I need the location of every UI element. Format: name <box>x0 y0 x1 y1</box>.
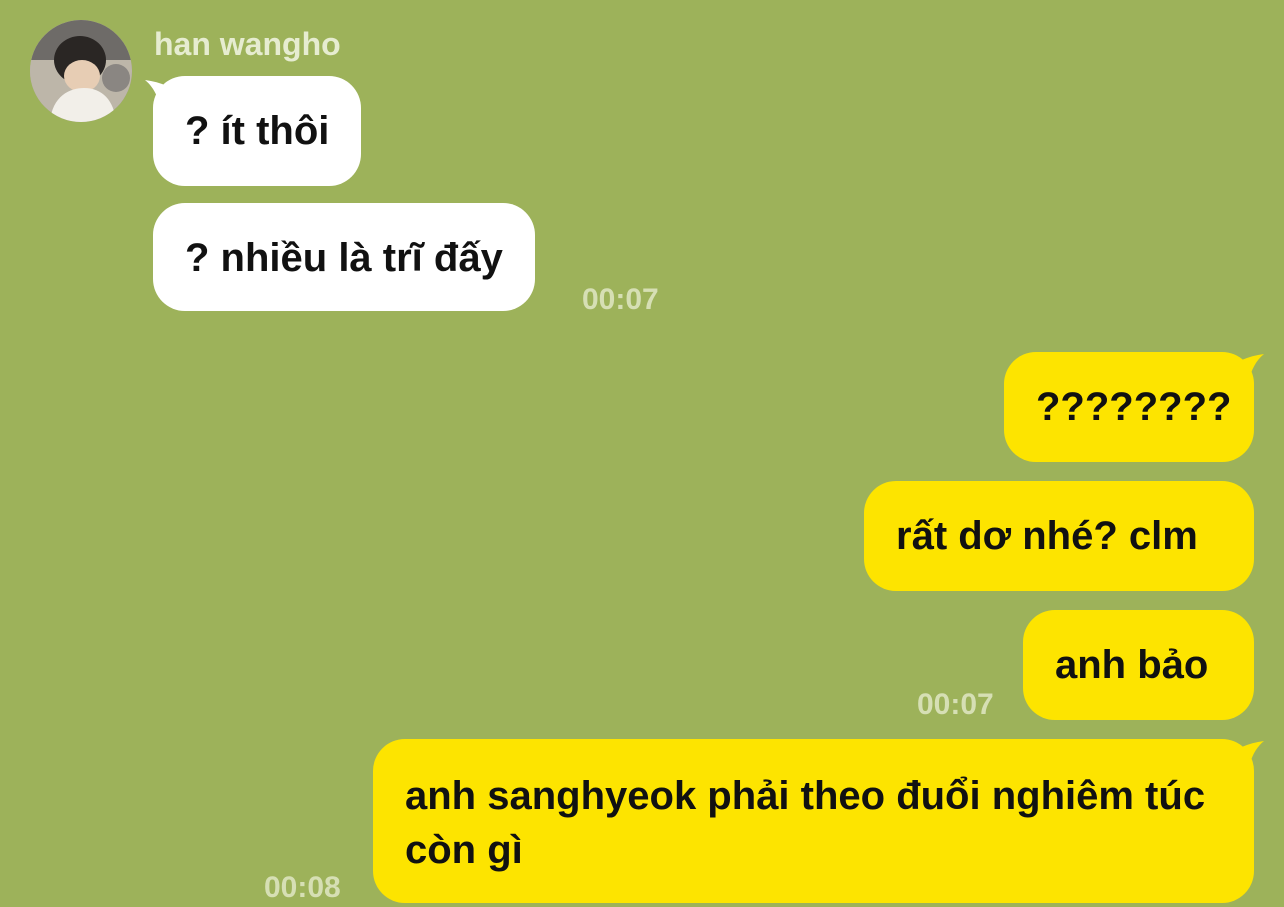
outgoing-message-2[interactable]: rất dơ nhé? clm <box>864 481 1254 591</box>
incoming-timestamp: 00:07 <box>582 283 659 316</box>
incoming-message-2[interactable]: ? nhiều là trĩ đấy <box>153 203 535 311</box>
incoming-message-1[interactable]: ? ít thôi <box>153 76 362 186</box>
outgoing-timestamp-2: 00:08 <box>264 871 341 904</box>
avatar[interactable] <box>30 20 132 122</box>
avatar-photo-icon <box>30 20 132 122</box>
outgoing-message-4[interactable]: anh sanghyeok phải theo đuổi nghiêm túc … <box>373 739 1254 903</box>
outgoing-timestamp-1: 00:07 <box>917 688 994 721</box>
outgoing-message-1[interactable]: ???????? <box>1004 352 1254 462</box>
outgoing-message-3[interactable]: anh bảo <box>1023 610 1254 720</box>
sender-name: han wangho <box>154 26 341 62</box>
